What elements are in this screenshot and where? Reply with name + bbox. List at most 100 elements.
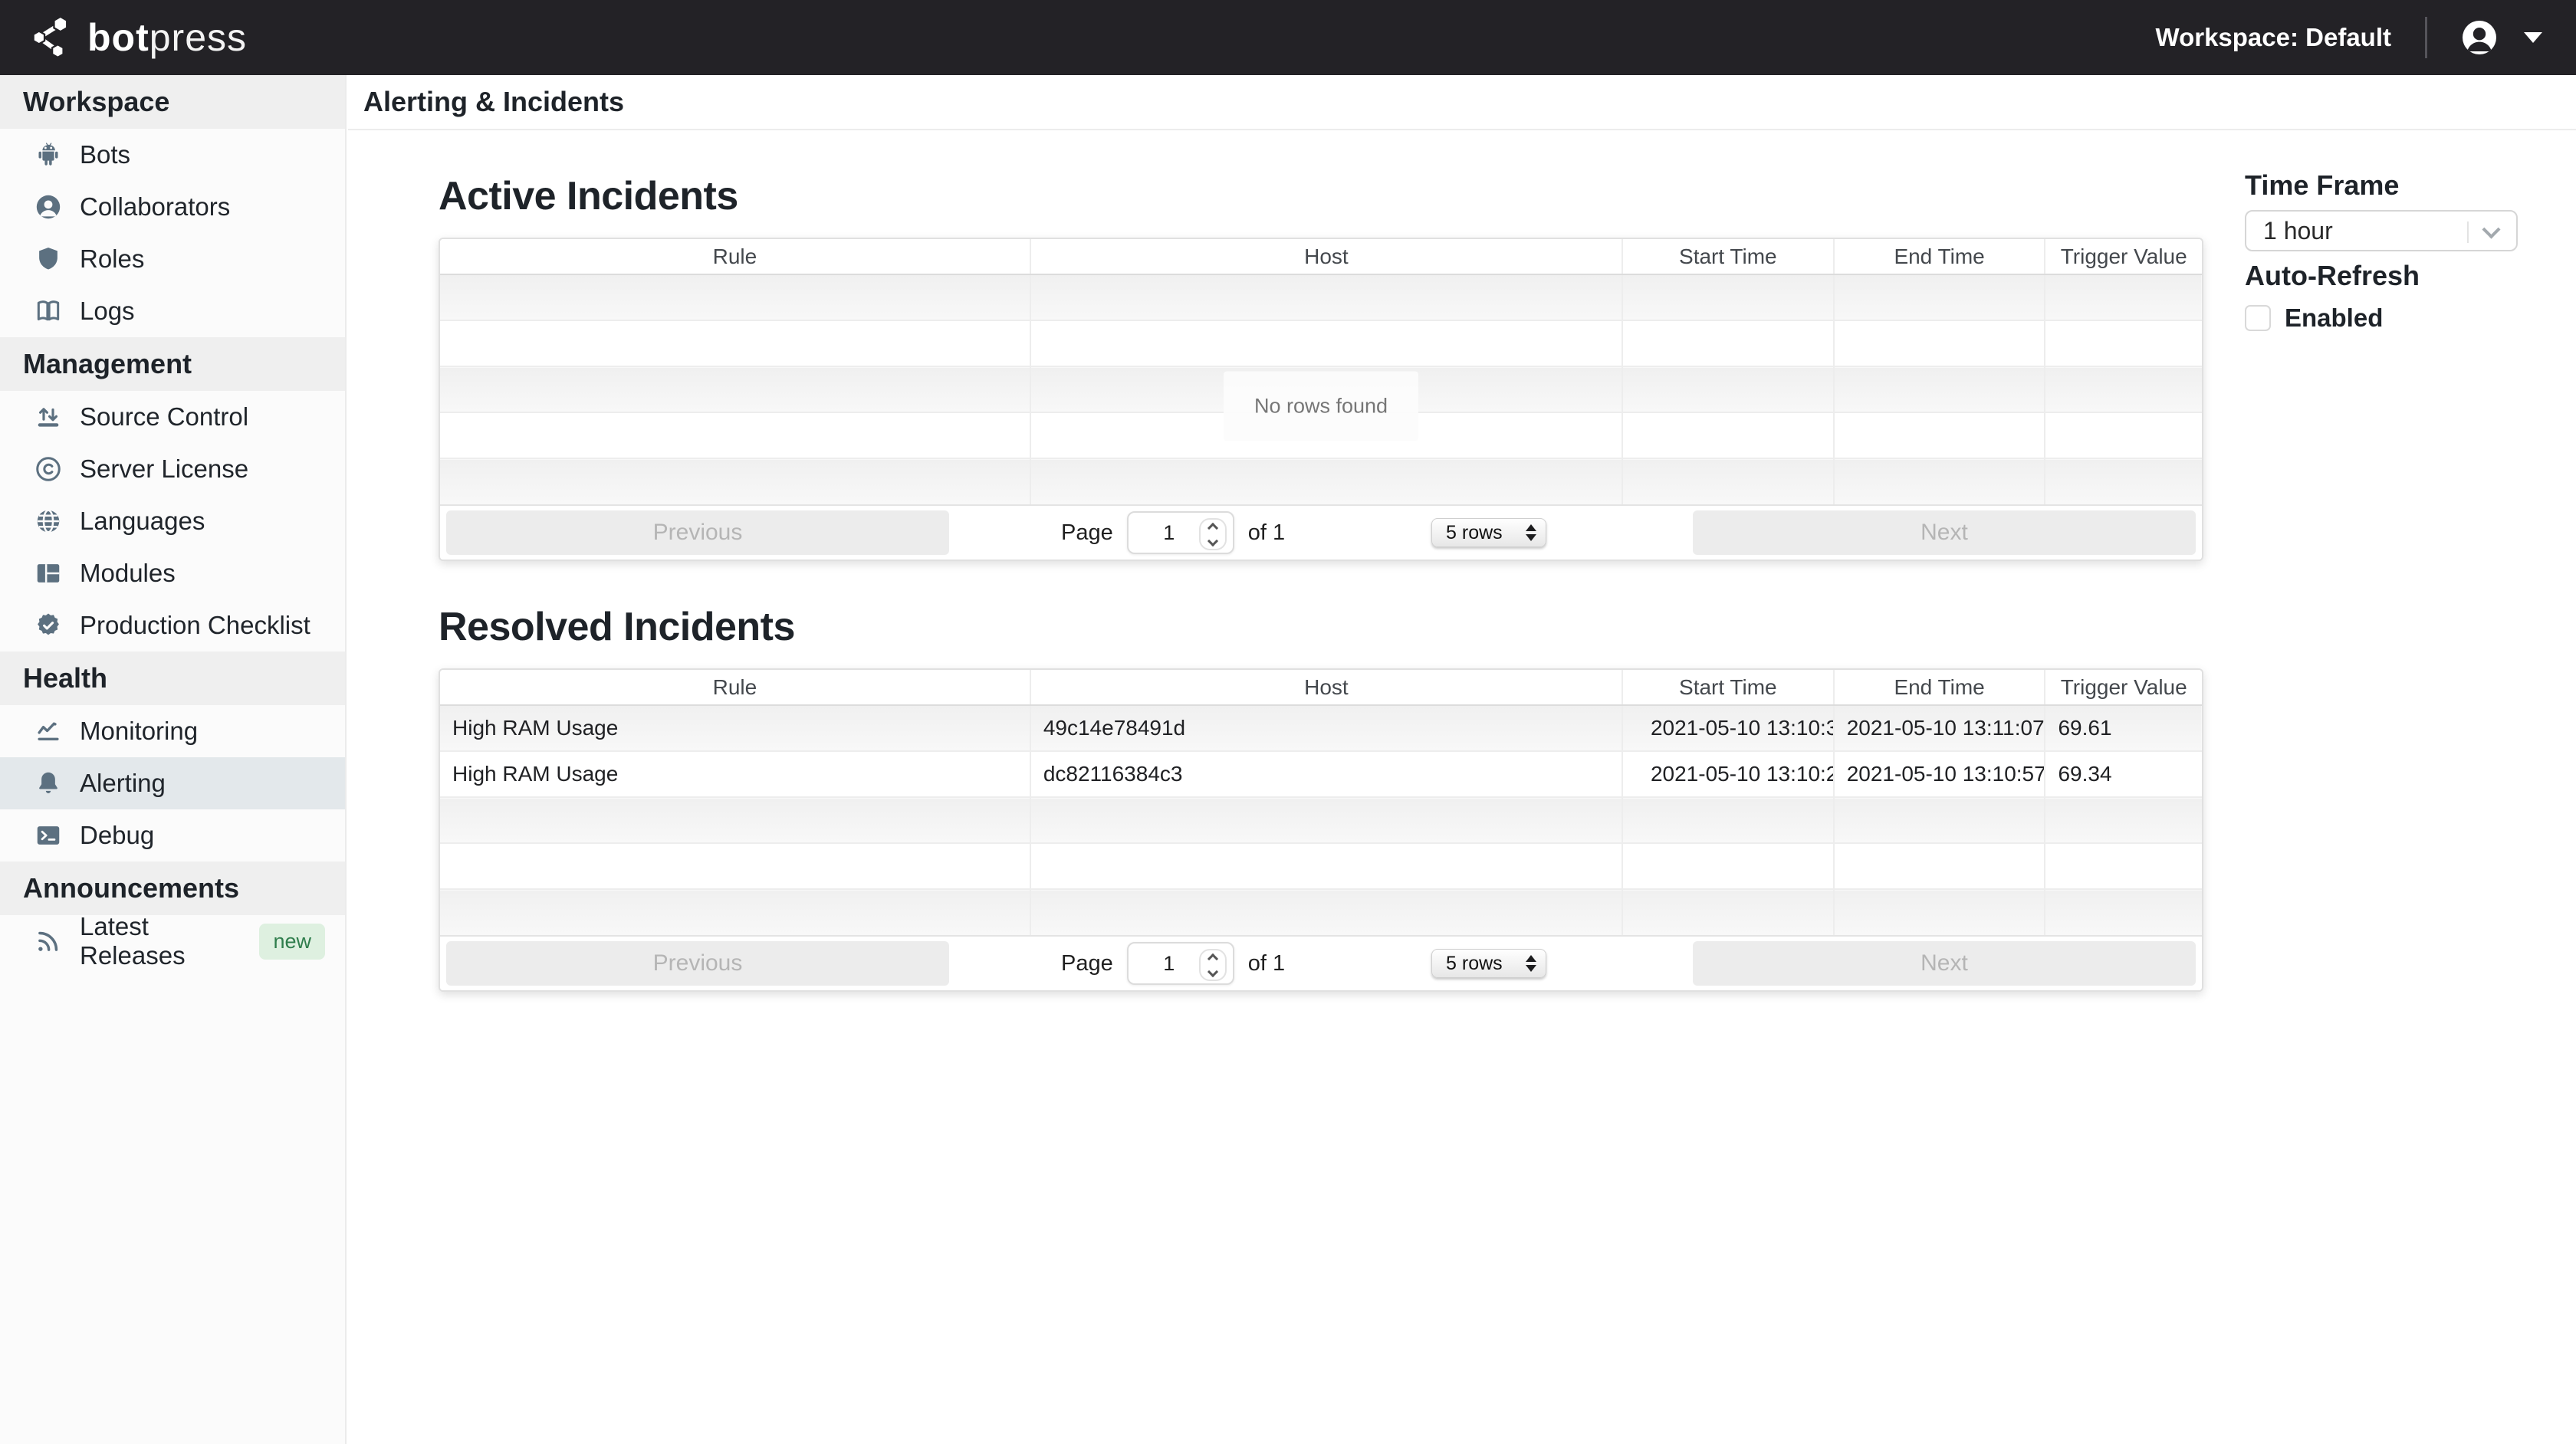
sidebar-item-logs[interactable]: Logs — [0, 285, 345, 337]
column-header-rule[interactable]: Rule — [440, 670, 1030, 705]
topbar-divider — [2425, 17, 2427, 58]
previous-page-button[interactable]: Previous — [446, 510, 949, 555]
sidebar-item-label: Server License — [80, 455, 248, 484]
column-header-rule[interactable]: Rule — [440, 239, 1030, 274]
stepper-up-icon — [1208, 522, 1218, 533]
workspace-label: Workspace: Default — [2156, 23, 2391, 52]
cell-end-time: 2021-05-10 13:10:57 — [1834, 751, 2045, 797]
sidebar-item-label: Logs — [80, 297, 135, 326]
bell-icon — [34, 769, 63, 798]
column-header-end-time[interactable]: End Time — [1834, 670, 2045, 705]
table-row — [440, 889, 2202, 935]
enabled-label: Enabled — [2285, 304, 2383, 333]
top-bar: botpress Workspace: Default — [0, 0, 2576, 75]
page-number-stepper[interactable] — [1199, 518, 1227, 550]
column-header-host[interactable]: Host — [1030, 239, 1622, 274]
user-circle-icon — [34, 192, 63, 222]
settings-panel: Time Frame 1 hour Auto-Refresh Enabled — [2245, 170, 2522, 333]
sidebar-section-workspace: Workspace — [0, 75, 345, 129]
stepper-up-icon — [1208, 953, 1218, 963]
column-header-trigger-value[interactable]: Trigger Value — [2045, 670, 2202, 705]
sidebar-item-label: Languages — [80, 507, 205, 536]
cell-trigger-value: 69.61 — [2045, 705, 2202, 751]
sidebar: Workspace Bots Collaborators Roles — [0, 75, 347, 1444]
table-row[interactable]: High RAM Usage 49c14e78491d 2021-05-10 1… — [440, 705, 2202, 751]
sidebar-item-production-checklist[interactable]: Production Checklist — [0, 599, 345, 651]
sidebar-item-languages[interactable]: Languages — [0, 495, 345, 547]
copyright-icon — [34, 455, 63, 484]
auto-refresh-label: Auto-Refresh — [2245, 261, 2522, 291]
page-number-input-wrapper — [1127, 511, 1234, 554]
table-row — [440, 274, 2202, 320]
logo-bold: bot — [87, 16, 150, 59]
sidebar-item-alerting[interactable]: Alerting — [0, 757, 345, 809]
active-pagination: Previous Page of 1 5 rows Next — [440, 504, 2202, 560]
page-number-stepper[interactable] — [1199, 949, 1227, 981]
time-frame-select[interactable]: 1 hour — [2245, 210, 2518, 251]
next-page-button[interactable]: Next — [1693, 510, 2196, 555]
user-avatar-icon — [2461, 19, 2498, 56]
cell-end-time: 2021-05-10 13:11:07 — [1834, 705, 2045, 751]
sidebar-item-source-control[interactable]: Source Control — [0, 391, 345, 443]
column-header-start-time[interactable]: Start Time — [1622, 239, 1834, 274]
chevron-down-icon — [2482, 220, 2500, 238]
page-of-label: of 1 — [1248, 951, 1285, 976]
sidebar-item-server-license[interactable]: Server License — [0, 443, 345, 495]
column-header-end-time[interactable]: End Time — [1834, 239, 2045, 274]
sidebar-item-latest-releases[interactable]: Latest Releases new — [0, 915, 345, 967]
stepper-down-icon — [1208, 535, 1218, 546]
sidebar-item-label: Bots — [80, 140, 130, 169]
cell-start-time: 2021-05-10 13:10:27 — [1622, 751, 1834, 797]
sidebar-item-roles[interactable]: Roles — [0, 233, 345, 285]
chart-line-icon — [34, 717, 63, 746]
select-arrows-icon — [1526, 955, 1536, 972]
auto-refresh-checkbox[interactable] — [2245, 305, 2271, 331]
column-header-trigger-value[interactable]: Trigger Value — [2045, 239, 2202, 274]
sidebar-item-label: Roles — [80, 244, 144, 274]
page-of-label: of 1 — [1248, 520, 1285, 546]
sidebar-item-label: Debug — [80, 821, 154, 850]
page-label: Page — [1061, 520, 1113, 546]
logo-wordmark: botpress — [87, 15, 247, 60]
time-frame-value: 1 hour — [2263, 217, 2333, 245]
active-incidents-heading: Active Incidents — [439, 173, 2203, 219]
source-control-icon — [34, 402, 63, 432]
table-row — [440, 320, 2202, 366]
sidebar-item-label: Latest Releases — [80, 912, 242, 970]
user-avatar[interactable] — [2461, 19, 2498, 56]
sidebar-section-announcements: Announcements — [0, 861, 345, 915]
sidebar-item-label: Source Control — [80, 402, 248, 432]
previous-page-button[interactable]: Previous — [446, 941, 949, 986]
globe-icon — [34, 507, 63, 536]
select-arrows-icon — [1526, 524, 1536, 541]
rows-per-page-value: 5 rows — [1446, 522, 1503, 544]
cell-rule: High RAM Usage — [440, 705, 1030, 751]
chevron-down-icon[interactable] — [2524, 32, 2542, 43]
page-title: Alerting & Incidents — [363, 86, 624, 118]
page-header: Alerting & Incidents — [348, 75, 2576, 130]
table-row — [440, 797, 2202, 843]
active-incidents-table: Rule Host Start Time End Time Trigger Va… — [439, 238, 2203, 561]
sidebar-item-debug[interactable]: Debug — [0, 809, 345, 861]
sidebar-item-modules[interactable]: Modules — [0, 547, 345, 599]
sidebar-item-monitoring[interactable]: Monitoring — [0, 705, 345, 757]
sidebar-item-bots[interactable]: Bots — [0, 129, 345, 181]
sidebar-section-management: Management — [0, 337, 345, 391]
sidebar-item-collaborators[interactable]: Collaborators — [0, 181, 345, 233]
resolved-pagination: Previous Page of 1 5 rows Next — [440, 935, 2202, 990]
column-header-start-time[interactable]: Start Time — [1622, 670, 1834, 705]
cell-start-time: 2021-05-10 13:10:37 — [1622, 705, 1834, 751]
stepper-down-icon — [1208, 966, 1218, 976]
table-row — [440, 843, 2202, 889]
rows-per-page-select[interactable]: 5 rows — [1431, 518, 1546, 547]
certificate-check-icon — [34, 611, 63, 640]
botpress-logo-icon — [29, 14, 72, 61]
robot-icon — [34, 140, 63, 169]
resolved-incidents-heading: Resolved Incidents — [439, 604, 2203, 650]
cell-host: 49c14e78491d — [1030, 705, 1622, 751]
sidebar-item-label: Production Checklist — [80, 611, 310, 640]
table-row[interactable]: High RAM Usage dc82116384c3 2021-05-10 1… — [440, 751, 2202, 797]
column-header-host[interactable]: Host — [1030, 670, 1622, 705]
next-page-button[interactable]: Next — [1693, 941, 2196, 986]
rows-per-page-select[interactable]: 5 rows — [1431, 949, 1546, 978]
